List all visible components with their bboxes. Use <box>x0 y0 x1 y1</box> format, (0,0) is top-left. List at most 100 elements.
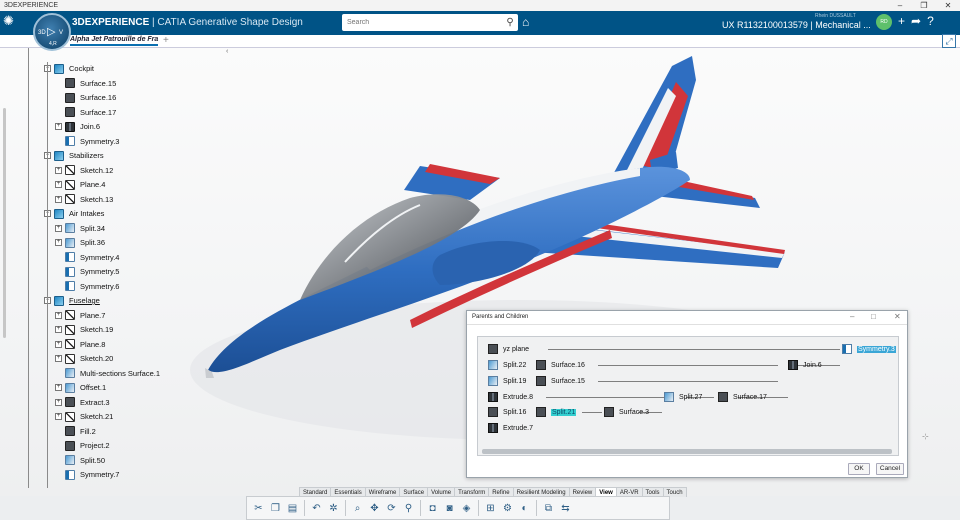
tree-node[interactable]: −Fuselage <box>44 294 100 307</box>
tree-node[interactable]: Surface.16 <box>55 91 116 104</box>
tree-node[interactable]: Symmetry.3 <box>55 135 119 148</box>
tree-node[interactable]: Symmetry.5 <box>55 265 119 278</box>
tree-node[interactable]: Symmetry.4 <box>55 251 119 264</box>
view-cube-icon[interactable]: ◈ <box>459 501 474 516</box>
tree-node[interactable]: Symmetry.7 <box>55 468 119 481</box>
pan-icon[interactable]: ✥ <box>367 501 382 516</box>
rotate-icon[interactable]: ⟳ <box>384 501 399 516</box>
compass[interactable]: 3D ▷ V 4,R <box>33 13 71 51</box>
tree-node[interactable]: + Offset.1 <box>55 381 106 394</box>
search-input[interactable] <box>342 19 502 26</box>
tree-node[interactable]: + Plane.7 <box>55 309 105 322</box>
graph-node[interactable]: Extrude.7 <box>488 422 533 434</box>
tree-node[interactable]: + Join.6 <box>55 120 100 133</box>
tree-node[interactable]: + Plane.4 <box>55 178 105 191</box>
tree-node[interactable]: + Sketch.19 <box>55 323 113 336</box>
expand-toggle-icon[interactable]: + <box>55 224 62 232</box>
tree-node[interactable]: Symmetry.6 <box>55 280 119 293</box>
help-icon[interactable]: ? <box>927 14 934 30</box>
fit-all-icon[interactable]: ⚲ <box>401 501 416 516</box>
tree-node[interactable]: + Sketch.21 <box>55 410 113 423</box>
graph-node[interactable]: Extrude.8 <box>488 391 533 403</box>
graph-node[interactable]: Split.16 <box>488 406 526 418</box>
graph-node[interactable]: Split.21 <box>536 406 577 418</box>
tree-node[interactable]: + Sketch.12 <box>55 164 113 177</box>
dependency-graph[interactable]: yz plane Symmetry.3 Split.22 Surface.16 Join… <box>477 336 899 456</box>
tree-node[interactable]: −Cockpit <box>44 62 94 75</box>
workspace-info[interactable]: UX R1132100013579 | Mechanical ... <box>722 20 871 30</box>
fill-icon <box>65 426 75 436</box>
tag-icon[interactable]: ⌂ <box>522 15 529 29</box>
cancel-button[interactable]: Cancel <box>876 463 904 475</box>
expand-toggle-icon[interactable]: + <box>55 181 62 188</box>
graph-node[interactable]: Split.22 <box>488 359 526 371</box>
tree-node[interactable]: Multi-sections Surface.1 <box>55 367 160 380</box>
add-tab-button[interactable]: + <box>163 35 169 46</box>
graph-node[interactable]: Surface.3 <box>604 406 649 418</box>
swap-icon[interactable]: ⇆ <box>558 501 573 516</box>
tree-node[interactable]: Surface.17 <box>55 106 116 119</box>
dialog-close-button[interactable]: ✕ <box>894 312 901 321</box>
expand-toggle-icon[interactable]: + <box>55 398 62 406</box>
tree-node[interactable]: Split.50 <box>55 454 105 467</box>
fullscreen-icon[interactable]: ⤢ <box>942 34 956 48</box>
tab-document[interactable]: Alpha Jet Patrouille de Fra <box>70 36 159 46</box>
graph-node[interactable]: Symmetry.3 <box>842 343 896 355</box>
expand-toggle-icon[interactable]: + <box>55 166 62 174</box>
expand-toggle-icon[interactable]: + <box>55 355 62 362</box>
snap-icon[interactable]: ⧉ <box>541 501 556 516</box>
search-icon[interactable]: ⚲ <box>502 17 518 28</box>
tree-node[interactable]: Project.2 <box>55 439 110 452</box>
tree-node[interactable]: Surface.15 <box>55 77 116 90</box>
minimize-button[interactable]: – <box>888 1 912 10</box>
tree-node[interactable]: −Stabilizers <box>44 149 104 162</box>
graph-node[interactable]: Surface.17 <box>718 391 767 403</box>
update-icon[interactable]: ✲ <box>326 501 341 516</box>
expand-toggle-icon[interactable]: + <box>55 326 62 333</box>
avatar[interactable]: RD <box>876 14 892 30</box>
settings-icon[interactable]: ⚙ <box>500 501 515 516</box>
expand-toggle-icon[interactable]: + <box>55 195 62 203</box>
restore-button[interactable]: ❐ <box>912 1 936 10</box>
expand-toggle-icon[interactable]: + <box>55 239 62 246</box>
expand-toggle-icon[interactable]: + <box>55 311 62 319</box>
close-button[interactable]: ✕ <box>936 1 960 10</box>
undo-icon[interactable]: ↶ <box>309 501 324 516</box>
tree-node[interactable]: + Extract.3 <box>55 396 110 409</box>
paste-icon[interactable]: ▤ <box>285 501 300 516</box>
share-icon[interactable]: ➦ <box>911 14 921 30</box>
expand-toggle-icon[interactable]: + <box>55 123 62 130</box>
parents-children-icon[interactable]: ⊞ <box>483 501 498 516</box>
tree-node[interactable]: + Split.36 <box>55 236 105 249</box>
search-box[interactable]: ⚲ <box>342 14 518 31</box>
copy-icon[interactable]: ❐ <box>268 501 283 516</box>
graph-node[interactable]: Surface.16 <box>536 359 585 371</box>
tree-node[interactable]: + Sketch.20 <box>55 352 113 365</box>
hide-show-icon[interactable]: ◐ <box>517 501 532 516</box>
tree-node[interactable]: + Split.34 <box>55 222 105 235</box>
graph-node[interactable]: Split.27 <box>664 391 702 403</box>
graph-node-label: Split.22 <box>503 361 527 369</box>
expand-toggle-icon[interactable]: + <box>55 340 62 348</box>
capture-icon[interactable]: ◘ <box>425 501 440 516</box>
expand-toggle-icon[interactable]: + <box>55 413 62 420</box>
tree-scrollbar[interactable] <box>3 108 6 338</box>
graph-scrollbar[interactable] <box>482 449 892 454</box>
render-style-icon[interactable]: ◙ <box>442 501 457 516</box>
ok-button[interactable]: OK <box>848 463 870 475</box>
graph-node[interactable]: Split.19 <box>488 375 526 387</box>
cut-icon[interactable]: ✂ <box>251 501 266 516</box>
dialog-minimize-button[interactable]: – <box>850 312 854 321</box>
expand-toggle-icon[interactable]: + <box>55 384 62 391</box>
collapse-tree-button[interactable]: ‹ <box>226 48 228 55</box>
graph-node[interactable]: Surface.15 <box>536 375 585 387</box>
tree-node[interactable]: Fill.2 <box>55 425 96 438</box>
zoom-icon[interactable]: ⌕ <box>350 501 365 516</box>
add-icon[interactable]: + <box>898 14 905 30</box>
tree-node[interactable]: −Air Intakes <box>44 207 104 220</box>
tree-node[interactable]: + Sketch.13 <box>55 193 113 206</box>
dialog-maximize-button[interactable]: □ <box>871 312 876 321</box>
tree-node[interactable]: + Plane.8 <box>55 338 105 351</box>
graph-node[interactable]: Join.6 <box>788 359 822 371</box>
graph-node[interactable]: yz plane <box>488 343 529 355</box>
